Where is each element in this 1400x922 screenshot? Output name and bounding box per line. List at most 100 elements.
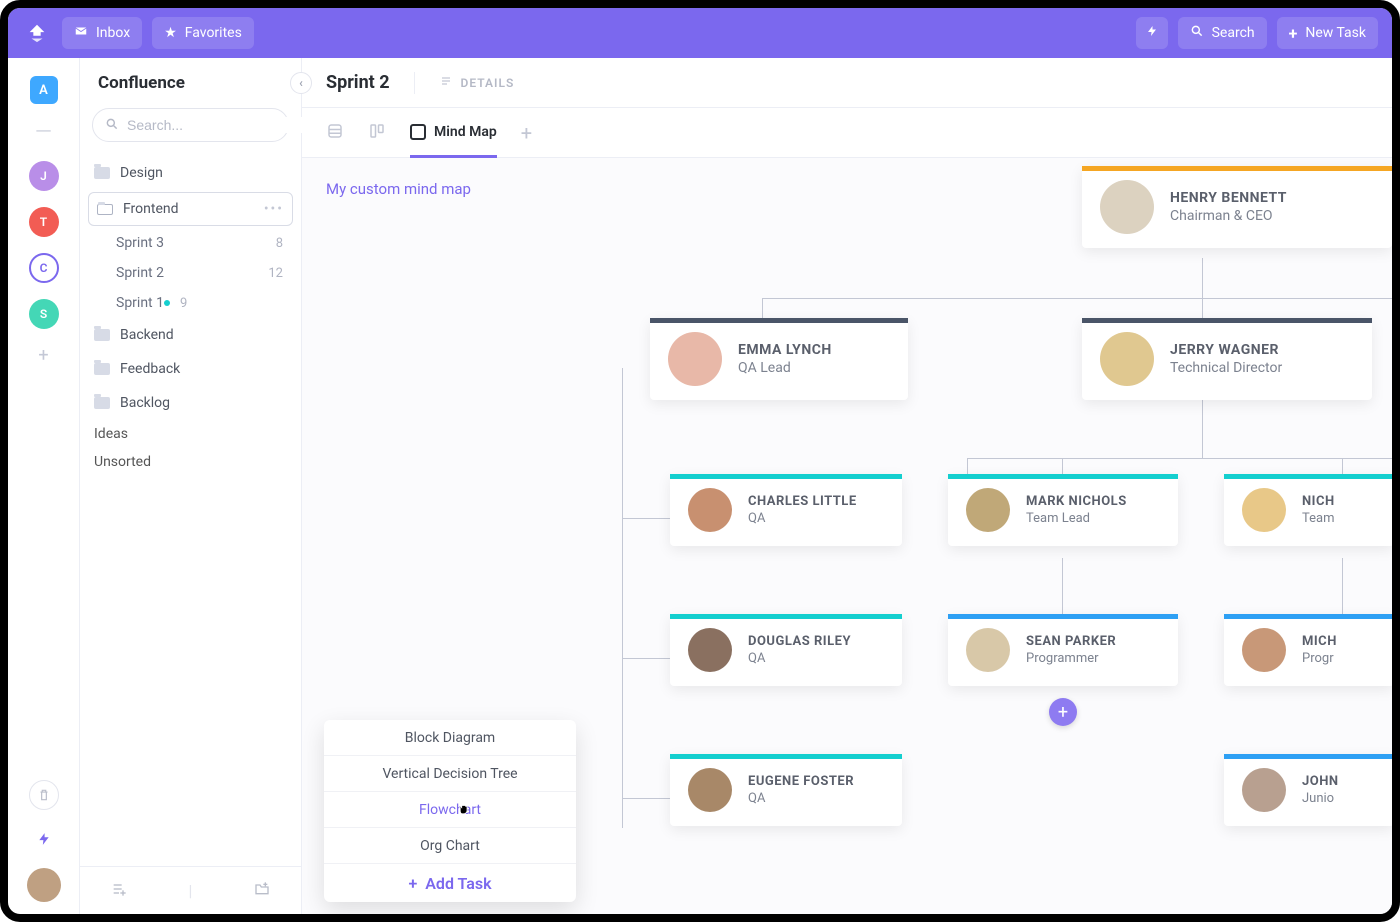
folder-icon [94,329,110,341]
new-task-label: New Task [1305,25,1366,41]
star-icon: ★ [164,25,177,41]
avatar [688,488,732,532]
trash-icon[interactable] [29,780,59,810]
menu-item-block-diagram[interactable]: Block Diagram [324,720,576,756]
user-avatar[interactable] [27,868,61,902]
details-button[interactable]: DETAILS [439,75,515,90]
tab-board[interactable] [368,108,386,157]
org-card[interactable]: MICHProgr [1224,614,1392,686]
favorites-label: Favorites [185,25,242,41]
plus-icon: + [1289,24,1298,43]
search-input[interactable] [127,117,308,133]
space-badge[interactable]: A [30,76,58,104]
tab-list[interactable] [326,108,344,157]
search-icon [105,116,119,135]
org-card[interactable]: JOHNJunio [1224,754,1392,826]
avatar [1242,768,1286,812]
search-input-wrap[interactable] [92,108,289,142]
avatar [1242,488,1286,532]
sidebar-item-backlog[interactable]: Backlog [80,386,301,420]
avatar [1100,332,1154,386]
rail-collapse-icon[interactable]: — [35,120,52,145]
sidebar-nav: Design Frontend ••• Sprint 3 8 Sprint 2 … [80,152,301,480]
avatar [1242,628,1286,672]
menu-item-flowchart[interactable]: Flowchart [324,792,576,828]
add-workspace-icon[interactable]: + [38,345,48,366]
add-node-button[interactable]: + [1049,698,1077,726]
sidebar-footer: | [80,866,301,914]
main: Sprint 2 DETAILS [302,58,1392,914]
activity-dot-icon [164,300,170,306]
avatar [688,768,732,812]
list-view-icon [326,122,344,144]
mindmap-icon [410,124,426,140]
folder-icon [94,363,110,375]
avatar [1100,180,1154,234]
menu-item-vertical-decision-tree[interactable]: Vertical Decision Tree [324,756,576,792]
org-card[interactable]: EMMA LYNCHQA Lead [650,318,908,400]
mindmap-title[interactable]: My custom mind map [326,180,471,198]
folder-open-icon [97,204,113,215]
inbox-label: Inbox [96,25,130,41]
org-card[interactable]: DOUGLAS RILEYQA [670,614,902,686]
workspace-avatar-j[interactable]: J [29,161,59,191]
org-card[interactable]: JERRY WAGNERTechnical Director [1082,318,1372,400]
sidebar-item-frontend[interactable]: Frontend ••• [88,192,293,226]
space-rail: A — J T C S + [8,58,80,914]
more-icon[interactable]: ••• [264,201,284,217]
topbar: Inbox ★ Favorites Search + New Task [8,8,1392,58]
menu-add-task[interactable]: + Add Task [324,864,576,902]
folder-icon [94,397,110,409]
org-card-root[interactable]: HENRY BENNETT Chairman & CEO [1082,166,1392,248]
sidebar-item-feedback[interactable]: Feedback [80,352,301,386]
details-icon [439,75,453,90]
add-view-button[interactable]: + [521,121,532,145]
sidebar-title: Confluence [98,73,185,93]
bolt-rail-icon[interactable] [29,824,59,854]
page-title: Sprint 2 [326,72,390,93]
sidebar-item-sprint-1[interactable]: Sprint 1 9 [80,288,301,318]
org-card[interactable]: SEAN PARKERProgrammer [948,614,1178,686]
favorites-button[interactable]: ★ Favorites [152,17,254,49]
chart-type-menu: Block Diagram Vertical Decision Tree Flo… [324,720,576,902]
mindmap-canvas[interactable]: My custom mind map [302,158,1392,914]
add-list-icon[interactable] [110,881,128,901]
plus-icon: + [408,874,417,893]
sidebar-item-ideas[interactable]: Ideas [80,420,301,448]
sidebar-item-unsorted[interactable]: Unsorted [80,448,301,476]
search-icon [1190,24,1204,42]
workspace-avatar-t[interactable]: T [29,207,59,237]
avatar [966,488,1010,532]
bolt-icon [1146,24,1158,42]
app-logo-icon [22,18,52,48]
board-view-icon [368,122,386,144]
sidebar-item-sprint-3[interactable]: Sprint 3 8 [80,228,301,258]
search-label: Search [1212,25,1255,41]
view-tabs: Mind Map + [302,108,1392,158]
add-folder-icon[interactable] [253,881,271,901]
org-card[interactable]: CHARLES LITTLEQA [670,474,902,546]
bolt-button[interactable] [1136,17,1168,49]
avatar [688,628,732,672]
avatar [966,628,1010,672]
sidebar-item-sprint-2[interactable]: Sprint 2 12 [80,258,301,288]
menu-item-org-chart[interactable]: Org Chart [324,828,576,864]
main-header: Sprint 2 DETAILS [302,58,1392,108]
search-button[interactable]: Search [1178,17,1267,49]
workspace-avatar-s[interactable]: S [29,299,59,329]
inbox-button[interactable]: Inbox [62,17,142,49]
inbox-icon [74,24,88,42]
pointer-cursor-icon [455,797,473,822]
org-card[interactable]: NICHTeam [1224,474,1392,546]
org-card[interactable]: EUGENE FOSTERQA [670,754,902,826]
org-card[interactable]: MARK NICHOLSTeam Lead [948,474,1178,546]
sidebar-item-backend[interactable]: Backend [80,318,301,352]
org-name: HENRY BENNETT [1170,190,1287,206]
avatar [668,332,722,386]
tab-mindmap[interactable]: Mind Map [410,109,497,158]
org-role: Chairman & CEO [1170,208,1287,224]
sidebar-item-design[interactable]: Design [80,156,301,190]
workspace-avatar-c[interactable]: C [29,253,59,283]
new-task-button[interactable]: + New Task [1277,17,1378,49]
sidebar: Confluence ‹ Design Frontend ••• [80,58,302,914]
